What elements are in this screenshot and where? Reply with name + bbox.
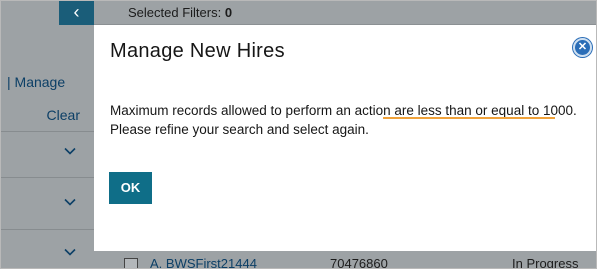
manage-new-hires-dialog: Manage New Hires ✕ Maximum records allow… [94,25,596,251]
filters-bar: Selected Filters: 0 [94,1,596,25]
divider [1,177,94,178]
selected-filters-label: Selected Filters: 0 [128,5,232,20]
selected-filters-text: Selected Filters: [128,5,222,20]
chevron-down-icon[interactable] [64,246,76,258]
dialog-message-line2: Please refine your search and select aga… [110,122,369,137]
sidebar: ‹ | Manage Clear [1,1,94,268]
employee-name-link[interactable]: A. BWSFirst21444 [150,256,257,268]
row-checkbox[interactable] [124,258,138,268]
highlight-annotation [383,117,555,119]
selected-filters-count: 0 [224,5,233,20]
chevron-left-icon: ‹ [73,2,80,22]
table-row: A. BWSFirst21444 70476860 In Progress [94,251,596,269]
chevron-down-icon[interactable] [64,196,76,208]
divider [1,229,94,230]
app-window: ‹ | Manage Clear Selected Filters: 0 Man… [0,0,597,269]
dialog-message: Maximum records allowed to perform an ac… [110,101,580,139]
ok-button[interactable]: OK [109,172,152,204]
close-icon: ✕ [577,41,588,53]
sidebar-manage-link[interactable]: | Manage [7,74,65,90]
close-button[interactable]: ✕ [573,38,592,57]
sidebar-collapse-button[interactable]: ‹ [59,1,94,25]
divider [1,131,94,132]
status-text: In Progress [512,256,579,269]
chevron-down-icon[interactable] [64,145,76,157]
clear-filters-link[interactable]: Clear [47,107,80,123]
employee-id: 70476860 [330,256,388,269]
dialog-title: Manage New Hires [110,40,285,62]
